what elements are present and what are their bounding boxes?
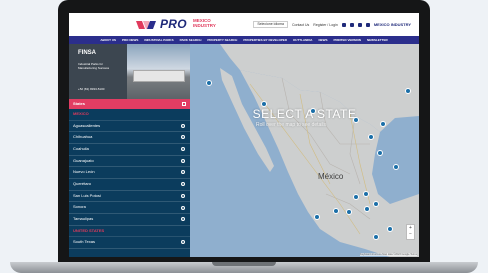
map-pin-icon[interactable] — [373, 234, 379, 240]
state-name: South Texas — [73, 239, 95, 245]
state-list-item[interactable]: Guanajuato i — [69, 156, 190, 168]
state-list-item[interactable]: Aguascalientes i — [69, 121, 190, 133]
grid-icon[interactable] — [182, 102, 186, 106]
state-name: Aguascalientes — [73, 122, 101, 128]
map-pin-icon[interactable] — [206, 80, 212, 86]
map-pin-icon[interactable] — [387, 226, 393, 232]
map-pin-icon[interactable] — [368, 134, 374, 140]
info-icon[interactable]: i — [181, 147, 185, 152]
nav-item[interactable]: OUTTLANDIA — [293, 38, 313, 42]
zoom-out-button[interactable]: − — [407, 231, 414, 237]
banner-phone: +52 (81) 8333-5100 — [78, 87, 105, 91]
info-icon[interactable]: i — [181, 158, 185, 163]
logo-mark-icon — [136, 21, 156, 29]
map-pin-icon[interactable] — [393, 164, 399, 170]
nav-item[interactable]: NEWSLETTER — [367, 38, 388, 42]
info-icon[interactable]: i — [181, 193, 185, 198]
laptop-notch — [212, 262, 276, 266]
state-name: Querétaro — [73, 180, 92, 186]
map-pin-icon[interactable] — [363, 191, 369, 197]
logo-sub-line2: INDUSTRY — [193, 23, 216, 28]
state-list-item[interactable]: Sonora i — [69, 202, 190, 214]
site-logo-subtitle: MEXICO INDUSTRY — [193, 18, 216, 28]
map-overlay-subtitle: Roll over the map to see details — [256, 122, 327, 128]
state-list-item[interactable]: Tamaulipas i — [69, 214, 190, 226]
linkedin-icon[interactable] — [357, 22, 362, 27]
top-links: Selecione idioma Contact Us Register / L… — [253, 21, 411, 28]
map-pin-icon[interactable] — [333, 208, 339, 214]
state-list: MEXICO Aguascalientes i Chihuahua i Coahuila i… — [69, 109, 190, 249]
state-name: Guanajuato — [73, 157, 94, 163]
nav-item[interactable]: NEWS — [318, 38, 327, 42]
ad-banner[interactable]: FINSA Industrial Parks for Manufacturing… — [69, 44, 190, 99]
map-pin-icon[interactable] — [310, 108, 316, 114]
map[interactable]: SELECT A STATE Roll over the map to see … — [190, 44, 419, 257]
contact-link[interactable]: Contact Us — [292, 23, 309, 27]
info-icon[interactable]: i — [181, 205, 185, 210]
nav-item[interactable]: PROPERTIES BY DEVELOPER — [243, 38, 287, 42]
state-name: Tamaulipas — [73, 216, 94, 221]
state-list-item[interactable]: Nuevo León i — [69, 167, 190, 179]
warehouse-image — [133, 70, 185, 82]
info-icon[interactable]: i — [181, 182, 185, 187]
info-icon[interactable]: i — [181, 217, 185, 222]
map-pin-icon[interactable] — [353, 117, 359, 123]
info-icon[interactable]: i — [181, 123, 185, 128]
state-list-item[interactable]: San Luis Potosí i — [69, 191, 190, 203]
state-section-label: MEXICO — [69, 109, 190, 121]
banner-title: Industrial Parks for Manufacturing Succe… — [78, 62, 110, 70]
map-pin-icon[interactable] — [261, 101, 267, 107]
facebook-icon[interactable] — [341, 22, 346, 27]
map-overlay-title: SELECT A STATE — [252, 107, 357, 121]
state-name: Sonora — [73, 204, 86, 210]
map-pin-icon[interactable] — [377, 150, 383, 156]
state-list-item[interactable]: Coahuila i — [69, 144, 190, 156]
site-logo-text[interactable]: PRO — [160, 17, 187, 31]
state-name: San Luis Potosí — [73, 192, 102, 198]
state-list-item[interactable]: South Texas i — [69, 237, 190, 249]
login-link[interactable]: Register / Login — [313, 23, 338, 27]
map-canvas — [190, 44, 419, 257]
map-pin-icon[interactable] — [346, 209, 352, 215]
state-name: Chihuahua — [73, 134, 93, 140]
nav-item[interactable]: PROPERTY SEARCH — [207, 38, 237, 42]
map-pin-icon[interactable] — [405, 88, 411, 94]
map-pin-icon[interactable] — [353, 194, 359, 200]
state-name: Coahuila — [73, 145, 89, 151]
states-header-label: States — [73, 101, 86, 106]
nav-item[interactable]: ABOUT US — [100, 38, 116, 42]
sidebar: FINSA Industrial Parks for Manufacturing… — [69, 44, 190, 257]
banner-brand: FINSA — [78, 50, 96, 56]
states-header: States — [69, 99, 190, 109]
zoom-control: + − — [406, 224, 415, 240]
map-country-label: México — [318, 172, 344, 181]
state-list-item[interactable]: Chihuahua i — [69, 132, 190, 144]
nav-item[interactable]: PARK SEARCH — [180, 38, 202, 42]
info-icon[interactable]: i — [181, 240, 185, 245]
state-name: Nuevo León — [73, 169, 95, 175]
nav-item[interactable]: PRO NEWS — [122, 38, 138, 42]
browser-screen: PRO MEXICO INDUSTRY Selecione idioma Con… — [69, 13, 419, 257]
info-icon[interactable]: i — [181, 135, 185, 140]
nav-item[interactable]: PRINTED VERSION — [333, 38, 361, 42]
site-header: PRO MEXICO INDUSTRY Selecione idioma Con… — [69, 13, 419, 36]
map-pin-icon[interactable] — [314, 214, 320, 220]
state-section-label: UNITED STATES — [69, 226, 190, 238]
main-nav: ABOUT US PRO NEWS INDUSTRIAL PARKS PARK SEA… — [69, 36, 419, 44]
partner-logo[interactable]: MEXICO INDUSTRY — [374, 22, 411, 27]
instagram-icon[interactable] — [365, 22, 370, 27]
map-pin-icon[interactable] — [380, 121, 386, 127]
language-select[interactable]: Selecione idioma — [253, 21, 288, 28]
nav-item[interactable]: INDUSTRIAL PARKS — [144, 38, 173, 42]
twitter-icon[interactable] — [349, 22, 354, 27]
map-attribution: Keyboard shortcuts Map data ©2023 Google… — [360, 253, 417, 256]
state-list-item[interactable]: Querétaro i — [69, 179, 190, 191]
map-pin-icon[interactable] — [364, 206, 370, 212]
map-pin-icon[interactable] — [373, 201, 379, 207]
info-icon[interactable]: i — [181, 170, 185, 175]
